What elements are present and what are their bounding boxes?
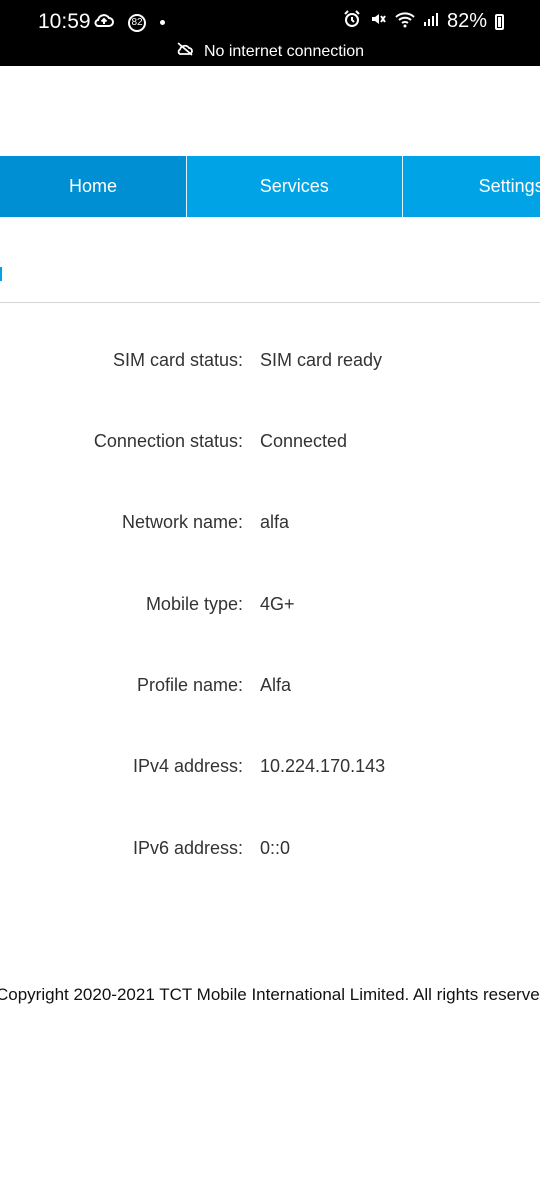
info-row-ipv4: IPv4 address: 10.224.170.143 bbox=[0, 746, 540, 790]
clock: 10:59 bbox=[38, 10, 91, 33]
info-label: IPv6 address: bbox=[132, 838, 243, 858]
cloud-upload-icon bbox=[94, 12, 114, 33]
wifi-icon bbox=[395, 10, 415, 33]
alarm-icon bbox=[343, 10, 361, 33]
info-row-connection-status: Connection status: Connected bbox=[0, 421, 540, 465]
info-value: Connected bbox=[260, 431, 348, 451]
status-left-icons: 82 bbox=[94, 12, 165, 33]
battery-icon bbox=[495, 13, 504, 30]
status-right-icons: 82% bbox=[343, 10, 504, 33]
copyright-footer: Copyright 2020-2021 TCT Mobile Internati… bbox=[0, 985, 540, 1004]
info-value: 4G+ bbox=[260, 594, 295, 614]
more-notifications-dot bbox=[160, 20, 165, 25]
info-label: Profile name: bbox=[136, 675, 243, 695]
info-label: Network name: bbox=[121, 512, 243, 532]
section-title-marker bbox=[0, 267, 2, 281]
tab-services[interactable]: Services bbox=[185, 156, 403, 217]
info-label: IPv4 address: bbox=[132, 756, 243, 776]
info-value: 10.224.170.143 bbox=[260, 756, 386, 776]
tab-home[interactable]: Home bbox=[0, 156, 186, 217]
info-value: 0::0 bbox=[260, 838, 291, 858]
info-value: Alfa bbox=[260, 675, 292, 695]
battery-percent: 82% bbox=[446, 10, 487, 32]
info-value: SIM card ready bbox=[260, 350, 383, 370]
info-label: Mobile type: bbox=[145, 594, 243, 614]
mute-icon bbox=[369, 10, 387, 33]
signal-icon bbox=[423, 11, 439, 32]
cloud-off-icon bbox=[176, 42, 194, 61]
info-value: alfa bbox=[260, 512, 290, 532]
no-internet-text: No internet connection bbox=[203, 42, 365, 60]
notification-badge: 82 bbox=[128, 13, 146, 32]
status-bar: 10:59 82 82% No internet connection bbox=[0, 0, 540, 66]
main-nav: Home Services Settings bbox=[0, 156, 540, 217]
info-row-network-name: Network name: alfa bbox=[0, 502, 540, 546]
section-divider bbox=[0, 302, 540, 303]
info-label: Connection status: bbox=[93, 431, 243, 451]
info-row-profile-name: Profile name: Alfa bbox=[0, 665, 540, 709]
tab-settings[interactable]: Settings bbox=[403, 156, 540, 217]
info-label: SIM card status: bbox=[112, 350, 243, 370]
info-row-ipv6: IPv6 address: 0::0 bbox=[0, 828, 540, 872]
info-row-sim-status: SIM card status: SIM card ready bbox=[0, 340, 540, 384]
no-internet-notice: No internet connection bbox=[0, 42, 540, 61]
info-row-mobile-type: Mobile type: 4G+ bbox=[0, 584, 540, 628]
